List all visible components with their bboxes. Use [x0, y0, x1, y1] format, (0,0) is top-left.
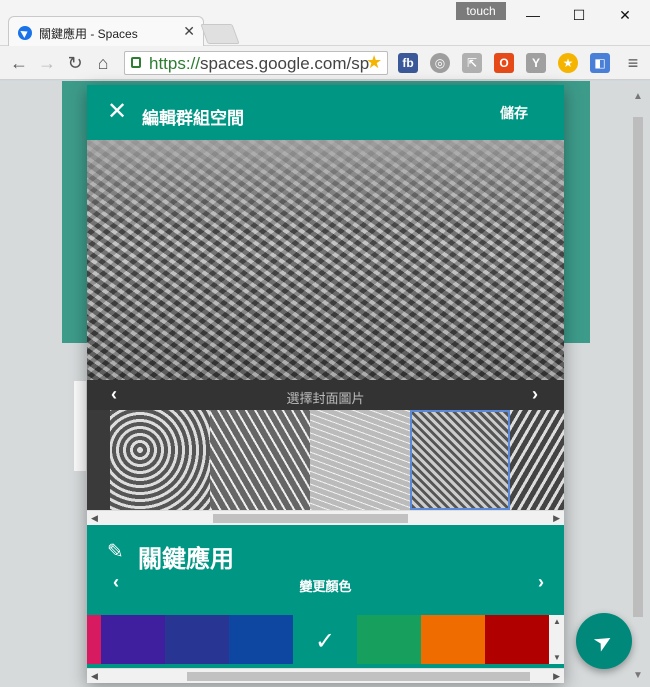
check-icon: ✓: [314, 628, 336, 655]
url-text: https://spaces.google.com/sp: [149, 54, 370, 73]
browser-tab[interactable]: 關鍵應用 - Spaces ✕: [8, 16, 204, 46]
background-card-edge: [74, 381, 86, 471]
swatch-scrollbar[interactable]: ◀ ▶: [87, 668, 564, 683]
back-arrow-icon[interactable]: ←: [8, 52, 30, 74]
scroll-down-icon[interactable]: ▼: [633, 670, 643, 681]
dialog-title: 編輯群組空間: [142, 109, 244, 128]
scroll-left-icon[interactable]: ◀: [91, 671, 98, 682]
compass-extension-icon[interactable]: ◎: [430, 53, 450, 73]
browser-toolbar: ← → ↻ ⌂ https://spaces.google.com/sp ★ f…: [0, 46, 650, 80]
share-extension-icon[interactable]: ⇱: [462, 53, 482, 73]
office-extension-icon[interactable]: O: [494, 53, 514, 73]
scroll-right-icon[interactable]: ▶: [553, 513, 560, 524]
color-swatch[interactable]: [485, 615, 549, 664]
forward-arrow-icon[interactable]: →: [36, 52, 58, 74]
new-tab-button[interactable]: [200, 24, 240, 44]
maximize-button[interactable]: ☐: [556, 4, 602, 26]
chevron-right-icon[interactable]: ›: [532, 384, 538, 405]
address-bar[interactable]: https://spaces.google.com/sp: [124, 51, 388, 75]
cover-image-preview: [87, 140, 564, 380]
color-swatch[interactable]: [421, 615, 485, 664]
cover-thumbnail[interactable]: [87, 410, 110, 510]
touch-label: touch: [456, 2, 506, 20]
group-settings-section: ✎ 關鍵應用 ‹ 變更顏色 › ✓ ▲ ▼: [87, 525, 564, 683]
scroll-right-icon[interactable]: ▶: [553, 671, 560, 682]
lock-icon: [131, 57, 141, 68]
color-swatch[interactable]: [87, 615, 101, 664]
chevron-right-icon[interactable]: ›: [538, 572, 544, 593]
star-extension-icon[interactable]: ★: [558, 53, 578, 73]
bookmark-star-icon[interactable]: ★: [366, 52, 382, 73]
color-swatch[interactable]: [357, 615, 421, 664]
tool-extension-icon[interactable]: Y: [526, 53, 546, 73]
facebook-extension-icon[interactable]: fb: [398, 53, 418, 73]
save-button[interactable]: 儲存: [500, 103, 528, 123]
tab-title: 關鍵應用 - Spaces: [39, 27, 138, 41]
close-icon[interactable]: ✕: [107, 97, 127, 126]
swatch-vertical-scrollbar[interactable]: ▲ ▼: [549, 615, 564, 664]
screen-extension-icon[interactable]: ◧: [590, 53, 610, 73]
cover-picker-bar: ‹ 選擇封面圖片 ›: [87, 380, 564, 410]
edit-space-dialog: ✕ 編輯群組空間 儲存 ‹ 選擇封面圖片 › ◀ ▶ ✎ 關鍵應用 ‹ 變更顏色…: [87, 85, 564, 683]
tab-close-icon[interactable]: ✕: [183, 23, 195, 40]
swatch-scroll-thumb[interactable]: [187, 672, 530, 681]
pencil-icon[interactable]: ✎: [107, 539, 124, 564]
spaces-favicon-icon: [18, 26, 32, 40]
minimize-button[interactable]: —: [510, 4, 556, 26]
scroll-down-icon[interactable]: ▼: [553, 653, 561, 662]
cover-thumbnail-strip: [87, 410, 564, 510]
color-swatch-row: ✓: [87, 615, 549, 664]
scroll-up-icon[interactable]: ▲: [633, 91, 643, 102]
thumbnail-scroll-thumb[interactable]: [213, 514, 408, 523]
close-window-button[interactable]: ✕: [602, 4, 648, 26]
thumbnail-scrollbar[interactable]: ◀ ▶: [87, 510, 564, 525]
reload-icon[interactable]: ↻: [64, 52, 86, 74]
window-titlebar: 關鍵應用 - Spaces ✕ touch — ☐ ✕: [0, 0, 650, 46]
scroll-up-icon[interactable]: ▲: [553, 617, 561, 626]
color-swatch-selected[interactable]: ✓: [293, 615, 357, 664]
scroll-left-icon[interactable]: ◀: [91, 513, 98, 524]
color-swatch[interactable]: [101, 615, 165, 664]
change-color-label: 變更顏色: [299, 579, 352, 594]
home-icon[interactable]: ⌂: [92, 52, 114, 74]
color-swatch[interactable]: [165, 615, 229, 664]
cover-thumbnail[interactable]: [510, 410, 564, 510]
cover-thumbnail-selected[interactable]: [410, 410, 510, 510]
color-swatch[interactable]: [229, 615, 293, 664]
new-space-fab[interactable]: ➤: [576, 613, 632, 669]
cover-picker-label: 選擇封面圖片: [286, 391, 365, 406]
cover-thumbnail[interactable]: [210, 410, 310, 510]
cover-thumbnail[interactable]: [110, 410, 210, 510]
group-name[interactable]: 關鍵應用: [138, 539, 234, 574]
send-icon: ➤: [588, 626, 618, 658]
dialog-header: ✕ 編輯群組空間 儲存: [87, 85, 564, 140]
menu-icon[interactable]: ≡: [622, 52, 644, 74]
page-scrollbar[interactable]: ▲ ▼: [632, 91, 644, 681]
cover-thumbnail[interactable]: [310, 410, 410, 510]
page-scroll-thumb[interactable]: [633, 117, 643, 617]
